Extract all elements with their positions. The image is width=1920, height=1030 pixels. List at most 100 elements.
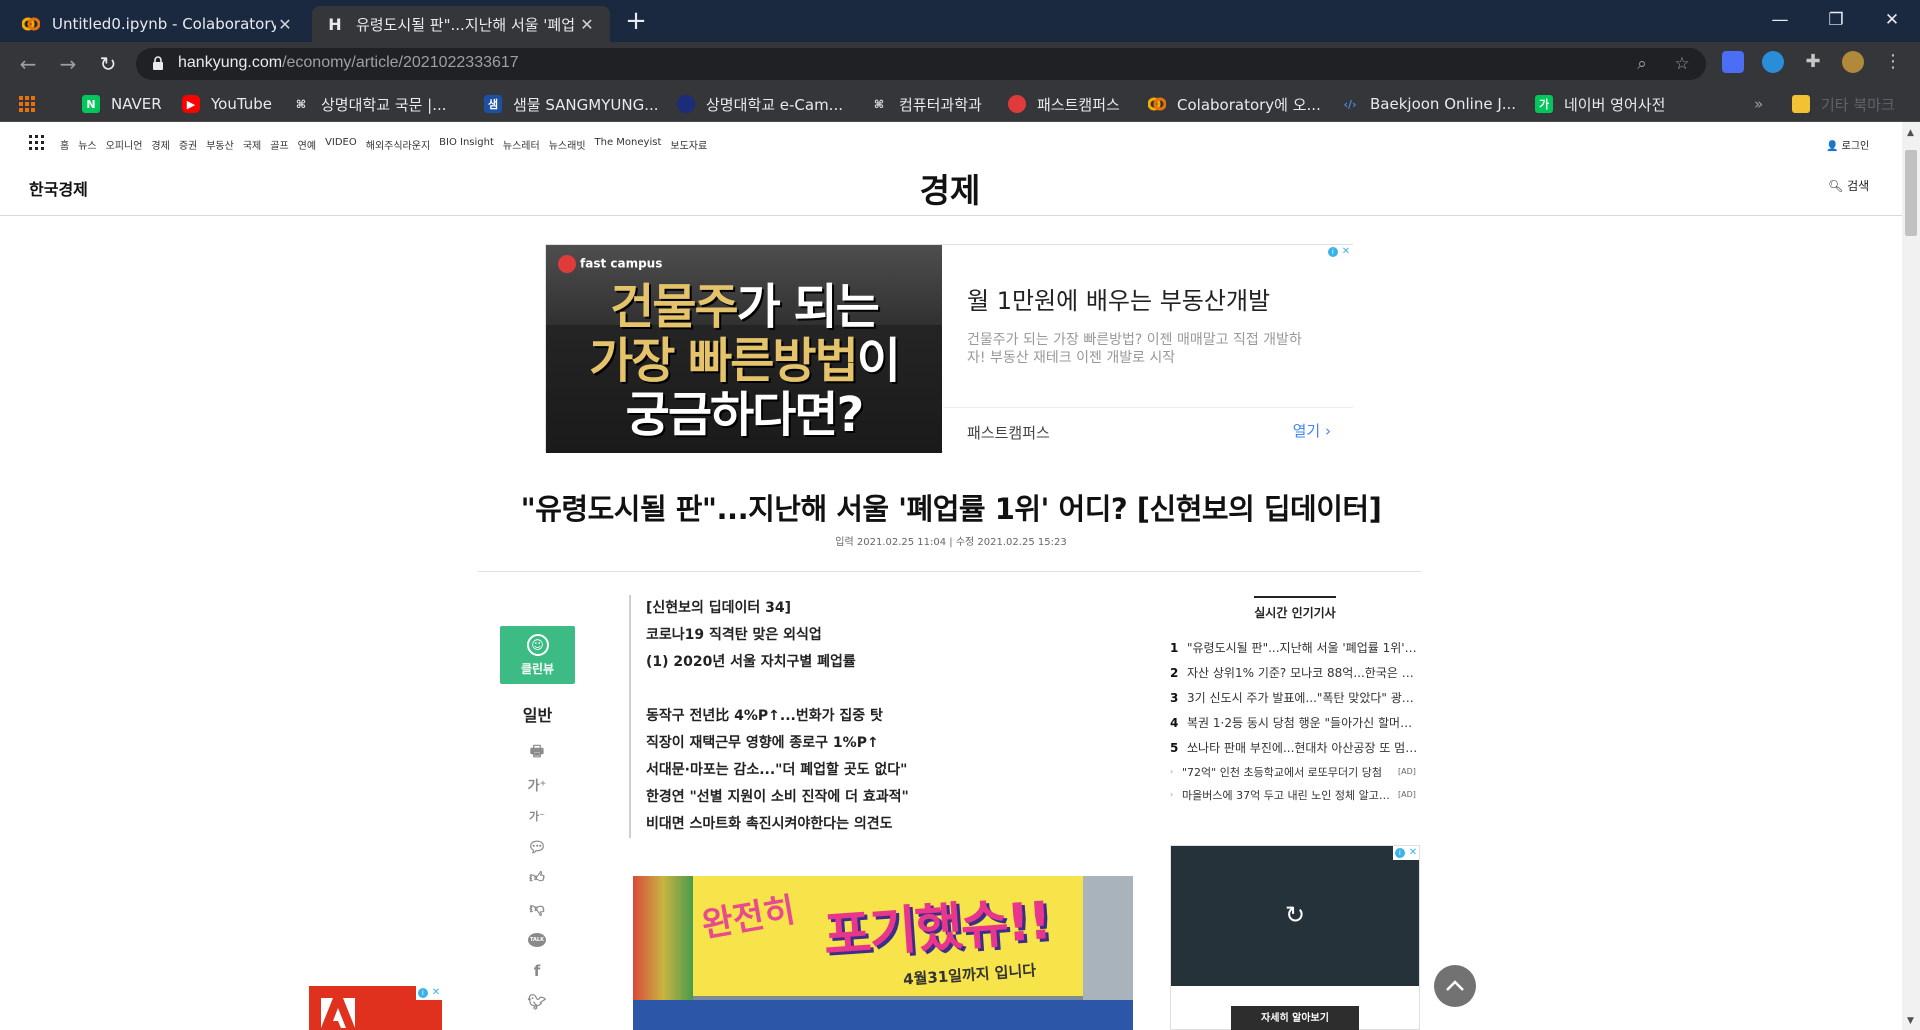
nav-link[interactable]: 연예 — [298, 137, 316, 152]
ad-open-button[interactable]: 열기 › — [1293, 420, 1331, 441]
all-menu-icon[interactable] — [29, 135, 44, 150]
popular-item[interactable]: 5 쏘나타 판매 부진에...현대차 아산공장 또 멈춘다 — [1170, 735, 1420, 760]
bookmarks-overflow-button[interactable]: » — [1754, 93, 1763, 115]
bookmark-cs-dept[interactable]: ⌘ 컴퓨터과학과 — [870, 93, 982, 115]
bookmark-ecampus[interactable]: 상명대학교 e-Cam... — [677, 93, 843, 115]
popular-list: 1 "유령도시될 판"...지난해 서울 '폐업률 1위' 어디? 2 자산 상위1%… — [1170, 635, 1420, 806]
nav-link[interactable]: 부동산 — [206, 137, 234, 152]
comment-icon[interactable]: 💬︎ — [522, 831, 552, 862]
tab-colab[interactable]: Untitled0.ipynb - Colaboratory ✕ — [8, 6, 308, 42]
back-button[interactable]: ← — [14, 50, 42, 78]
bookmark-star-icon[interactable]: ☆ — [1672, 54, 1692, 74]
scroll-to-top-button[interactable] — [1434, 965, 1476, 1007]
popular-item[interactable]: 2 자산 상위1% 기준? 모나코 88억...한국은 얼마? — [1170, 660, 1420, 685]
popular-title: 자산 상위1% 기준? 모나코 88억...한국은 얼마? — [1187, 666, 1420, 680]
sponsored-item[interactable]: › "72억" 인천 초등학교에서 로또무더기 당첨 [AD] — [1170, 760, 1420, 783]
facebook-icon[interactable]: f — [522, 955, 552, 986]
nav-link[interactable]: 홈 — [60, 137, 69, 152]
nav-link[interactable]: 뉴스 — [78, 137, 96, 152]
popular-item[interactable]: 1 "유령도시될 판"...지난해 서울 '폐업률 1위' 어디? — [1170, 635, 1420, 660]
ad-headline[interactable]: 월 1만원에 배우는 부동산개발 — [967, 281, 1270, 316]
login-link[interactable]: 👤 로그인 — [1826, 137, 1869, 152]
scroll-down-arrow-icon[interactable]: ▼ — [1907, 1016, 1914, 1026]
replay-icon[interactable]: ↻ — [1281, 901, 1309, 929]
popular-rank: 5 — [1170, 740, 1179, 755]
kakao-talk-icon[interactable]: TALK — [522, 924, 552, 955]
reload-button[interactable]: ↻ — [94, 50, 122, 78]
popular-item[interactable]: 3 3기 신도시 주가 발표에..."폭탄 맞았다" 광명시흥 — [1170, 685, 1420, 710]
top-banner-ad[interactable]: fast campus 건물주가 되는 가장 빠른방법이 궁금하다면? 월 1만… — [545, 244, 1353, 453]
zoom-icon[interactable]: ⌕ — [1632, 54, 1652, 74]
tab-title: 유령도시될 판"...지난해 서울 '폐업 — [356, 15, 576, 34]
article-title: "유령도시될 판"...지난해 서울 '폐업률 1위' 어디? [신현보의 딥데… — [520, 492, 1382, 526]
nav-link[interactable]: 국제 — [243, 137, 261, 152]
clean-view-button[interactable]: ☺ 클린뷰 — [500, 626, 575, 684]
article-image[interactable]: 완전히 포기했슈!! 4월31일까지 입니다 — [633, 876, 1133, 1030]
bookmark-saemmul[interactable]: 샘 샘물 SANGMYUNG... — [484, 93, 659, 115]
profile-avatar[interactable] — [1842, 51, 1864, 73]
bookmark-naver-dict[interactable]: 가 네이버 영어사전 — [1535, 93, 1665, 115]
page-viewport: 홈 뉴스 오피니언 경제 증권 부동산 국제 골프 연예 VIDEO 해외주식라운지 BIO Insi… — [0, 122, 1902, 1030]
nav-link[interactable]: 경제 — [151, 137, 169, 152]
chevron-up-icon — [1446, 980, 1464, 991]
adobe-side-ad[interactable]: i ✕ — [309, 986, 442, 1030]
hankyung-favicon-icon: H — [328, 14, 342, 34]
nav-link[interactable]: 증권 — [179, 137, 197, 152]
address-bar[interactable]: hankyung.com/economy/article/20210223336… — [136, 48, 1706, 80]
extensions-puzzle-icon[interactable]: ✚ — [1802, 51, 1824, 73]
bookmark-smu-korean[interactable]: ⌘ 상명대학교 국문 |... — [292, 93, 447, 115]
site-logo[interactable]: 한국경제 — [29, 176, 88, 200]
search-button[interactable]: 🔍︎ 검색 — [1828, 177, 1869, 194]
nav-link[interactable]: 뉴스레터 — [503, 137, 540, 152]
nav-link[interactable]: 골프 — [270, 137, 288, 152]
folder-icon — [1792, 95, 1810, 113]
page-scrollbar[interactable]: ▲ ▼ — [1902, 122, 1920, 1030]
font-larger-button[interactable]: 가⁺ — [522, 769, 552, 800]
nav-link[interactable]: The Moneyist — [595, 137, 662, 152]
twitter-icon[interactable]: 🐦︎ — [522, 986, 552, 1017]
bookmark-baekjoon[interactable]: ‹/› Baekjoon Online J... — [1341, 93, 1516, 115]
other-bookmarks[interactable]: 기타 북마크 — [1792, 93, 1895, 115]
article-tools: 🖶︎ 가⁺ 가⁻ 💬︎ 👍︎ 👎︎ TALK f 🐦︎ — [522, 738, 552, 1017]
bookmark-fastcampus[interactable]: 패스트캠퍼스 — [1008, 93, 1120, 115]
adchoices-icon[interactable]: i ✕ — [1326, 245, 1352, 259]
nav-link[interactable]: 오피니언 — [106, 137, 143, 152]
nav-link[interactable]: BIO Insight — [439, 137, 494, 152]
apps-icon[interactable] — [18, 93, 36, 115]
youtube-icon: ▶ — [182, 95, 200, 113]
close-tab-icon[interactable]: ✕ — [276, 15, 294, 34]
close-window-button[interactable]: ✕ — [1864, 0, 1920, 40]
print-icon[interactable]: 🖶︎ — [522, 738, 552, 769]
ad-tag: [AD] — [1398, 790, 1416, 799]
thumbs-down-icon[interactable]: 👎︎ — [522, 893, 552, 924]
close-tab-icon[interactable]: ✕ — [578, 15, 596, 34]
bookmark-naver[interactable]: N NAVER — [82, 93, 162, 115]
bookmark-colab[interactable]: Colaboratory에 오... — [1148, 93, 1321, 115]
menu-kebab-icon[interactable]: ⋮ — [1882, 51, 1904, 73]
bookmark-youtube[interactable]: ▶ YouTube — [182, 93, 272, 115]
learn-more-button[interactable]: 자세히 알아보기 — [1231, 1006, 1359, 1030]
video-ad[interactable]: ↻ 자세히 알아보기 i ✕ — [1170, 845, 1420, 1030]
new-tab-button[interactable]: + — [622, 8, 650, 36]
sponsored-item[interactable]: › 마을버스에 37억 두고 내린 노인 정체 알고보니 [AD] — [1170, 783, 1420, 806]
minimize-button[interactable]: — — [1752, 0, 1808, 40]
adchoices-icon[interactable]: i ✕ — [1393, 846, 1419, 860]
adchoices-icon[interactable]: i ✕ — [416, 986, 442, 1000]
scrollbar-thumb[interactable] — [1905, 150, 1917, 236]
nav-link[interactable]: 뉴스래빗 — [549, 137, 586, 152]
scroll-up-arrow-icon[interactable]: ▲ — [1907, 128, 1914, 138]
nav-link[interactable]: 해외주식라운지 — [366, 137, 430, 152]
thumbs-up-icon[interactable]: 👍︎ — [522, 862, 552, 893]
tab-hankyung[interactable]: H 유령도시될 판"...지난해 서울 '폐업 ✕ — [312, 6, 610, 42]
popular-rank: 2 — [1170, 665, 1179, 680]
nav-link[interactable]: 보도자료 — [670, 137, 707, 152]
extension-icon[interactable] — [1722, 51, 1744, 73]
colab-icon — [22, 15, 40, 33]
popular-item[interactable]: 4 복권 1·2등 동시 당첨 행운 "들아가신 할머니가" — [1170, 710, 1420, 735]
summary-line: 비대면 스마트화 촉진시켜야한다는 의견도 — [646, 816, 893, 832]
forward-button[interactable]: → — [54, 50, 82, 78]
restore-button[interactable]: ❐ — [1808, 0, 1864, 40]
nav-link[interactable]: VIDEO — [325, 137, 357, 152]
cloud-extension-icon[interactable] — [1762, 51, 1784, 73]
font-smaller-button[interactable]: 가⁻ — [522, 800, 552, 831]
